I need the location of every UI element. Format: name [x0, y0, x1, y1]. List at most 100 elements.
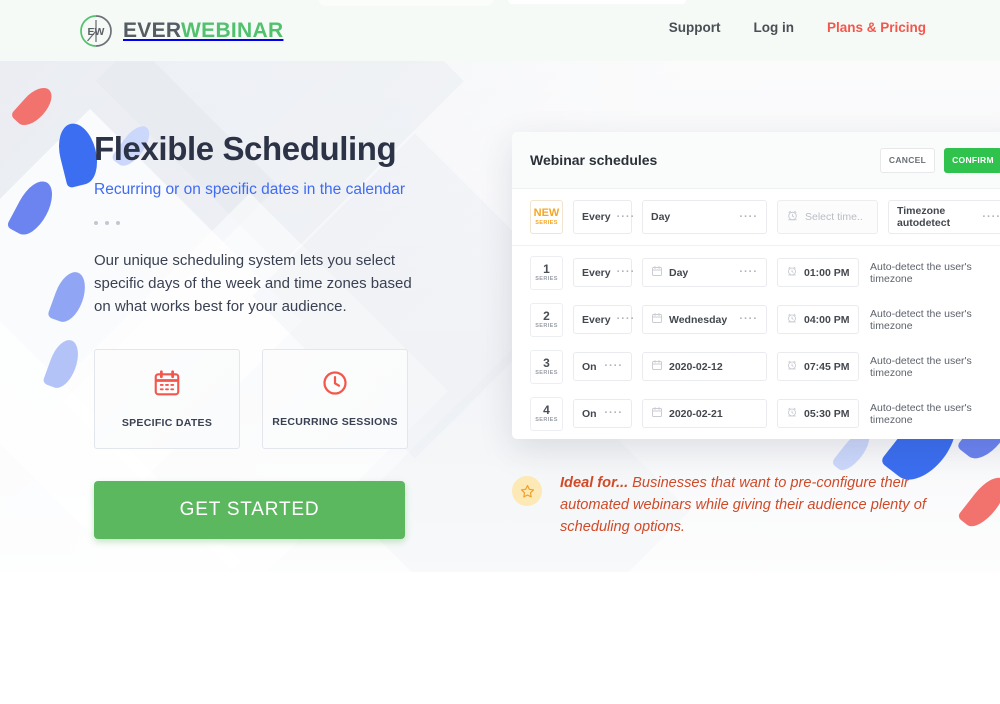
main-nav: Support Log in Plans & Pricing — [669, 20, 926, 35]
row-day-value: Day — [669, 266, 689, 279]
page-root: EW EVERWEBINAR Support Log in Plans & Pr… — [0, 0, 1000, 704]
alarm-clock-icon — [786, 265, 798, 280]
series-badge: 2 SERIES — [530, 302, 563, 337]
row-frequency-value: Every — [582, 266, 611, 279]
chevron-dots-icon: ···· — [604, 360, 623, 373]
new-timezone-select[interactable]: Timezone autodetect ···· — [888, 200, 1000, 234]
page-title: Flexible Scheduling — [94, 130, 397, 167]
row-day-select[interactable]: 2020-02-12 — [642, 352, 767, 381]
row-time-value: 05:30 PM — [804, 407, 850, 420]
ew-circle-logo-icon: EW — [78, 13, 114, 49]
series-row: 4 SERIES On ···· 2020-02-21 05:30 PM Aut… — [512, 395, 1000, 432]
new-series-badge-top: NEW — [533, 207, 560, 220]
feature-cards: SPECIFIC DATES RECURRING SESSIONS — [94, 348, 454, 449]
chevron-dots-icon: ···· — [739, 266, 758, 279]
panel-title: Webinar schedules — [530, 152, 658, 168]
panel-actions: CANCEL CONFIRM — [880, 147, 1000, 173]
feature-card-recurring-sessions[interactable]: RECURRING SESSIONS — [262, 348, 408, 449]
feature-card-specific-dates[interactable]: SPECIFIC DATES — [94, 348, 240, 449]
row-day-value: 2020-02-12 — [669, 360, 723, 373]
feature-card-label: RECURRING SESSIONS — [272, 416, 398, 429]
series-badge-label: SERIES — [535, 369, 558, 376]
cancel-button[interactable]: CANCEL — [880, 147, 935, 173]
row-time-value: 04:00 PM — [804, 313, 850, 326]
series-badge-label: SERIES — [535, 275, 558, 282]
series-badge: 3 SERIES — [530, 349, 563, 384]
calendar-small-icon — [651, 359, 663, 374]
alarm-clock-icon — [786, 406, 798, 421]
row-timezone-text: Auto-detect the user's timezone — [870, 354, 972, 379]
row-frequency-select[interactable]: Every ···· — [573, 305, 634, 334]
series-rows: 1 SERIES Every ···· Day ···· 01:00 PM Au… — [512, 246, 1000, 432]
row-time-value: 07:45 PM — [804, 360, 850, 373]
ideal-for-text: Ideal for... Businesses that want to pre… — [560, 472, 950, 539]
brand-logo[interactable]: EW EVERWEBINAR — [78, 13, 283, 49]
row-frequency-select[interactable]: On ···· — [573, 399, 632, 428]
chevron-dots-icon: ···· — [982, 210, 1000, 223]
hero-body-text: Our unique scheduling system lets you se… — [94, 251, 412, 315]
webinar-schedules-panel: Webinar schedules CANCEL CONFIRM NEW SER… — [512, 132, 1000, 439]
new-frequency-select[interactable]: Every ···· — [573, 200, 634, 234]
series-row: 3 SERIES On ···· 2020-02-12 07:45 PM Aut… — [512, 348, 1000, 385]
chevron-dots-icon: ···· — [604, 407, 623, 420]
ideal-for-callout: Ideal for... Businesses that want to pre… — [512, 472, 952, 539]
row-time-value: 01:00 PM — [804, 266, 850, 279]
panel-header: Webinar schedules CANCEL CONFIRM — [512, 132, 1000, 189]
new-day-select[interactable]: Day ···· — [642, 200, 767, 234]
calendar-small-icon — [651, 406, 663, 421]
alarm-clock-icon — [786, 209, 799, 225]
series-badge-label: SERIES — [535, 322, 558, 329]
series-number: 1 — [543, 262, 550, 277]
logo-text-ever: EVER — [123, 19, 182, 42]
new-time-placeholder: Select time.. — [805, 211, 863, 223]
row-day-value: 2020-02-21 — [669, 407, 723, 420]
row-timezone-text: Auto-detect the user's timezone — [870, 401, 972, 426]
row-day-select[interactable]: 2020-02-21 — [642, 399, 767, 428]
chevron-dots-icon: ···· — [616, 210, 636, 223]
svg-text:EW: EW — [88, 26, 105, 38]
new-series-row: NEW SERIES Every ···· Day ···· Select ti… — [512, 189, 1000, 246]
chevron-dots-icon: ···· — [616, 266, 636, 279]
row-day-select[interactable]: Day ···· — [642, 258, 767, 287]
chevron-dots-icon: ···· — [739, 313, 758, 326]
top-navigation-bar: EW EVERWEBINAR Support Log in Plans & Pr… — [0, 0, 1000, 61]
new-time-input[interactable]: Select time.. — [777, 200, 878, 234]
row-time-input[interactable]: 05:30 PM — [777, 399, 859, 428]
page-subtitle: Recurring or on specific dates in the ca… — [94, 180, 406, 198]
ideal-for-lead: Ideal for... — [560, 475, 629, 491]
nav-link-login[interactable]: Log in — [753, 20, 794, 35]
row-time-input[interactable]: 01:00 PM — [777, 258, 859, 287]
new-frequency-value: Every — [582, 211, 611, 223]
row-time-input[interactable]: 04:00 PM — [777, 305, 859, 334]
ghost-panel-right — [508, 0, 686, 4]
row-frequency-select[interactable]: Every ···· — [573, 258, 634, 287]
feature-card-label: SPECIFIC DATES — [121, 417, 213, 430]
nav-link-support[interactable]: Support — [669, 20, 721, 35]
series-number: 4 — [543, 403, 550, 418]
series-number: 2 — [543, 309, 550, 324]
chevron-dots-icon: ···· — [739, 210, 758, 223]
hero-left-column: Flexible Scheduling Recurring or on spec… — [94, 130, 454, 539]
alarm-clock-icon — [786, 359, 798, 374]
dot-separator — [94, 220, 454, 225]
hero-bottom-fill — [0, 572, 1000, 704]
row-day-select[interactable]: Wednesday ···· — [642, 305, 767, 334]
new-series-badge-bottom: SERIES — [535, 219, 558, 226]
row-time-input[interactable]: 07:45 PM — [777, 352, 859, 381]
row-frequency-select[interactable]: On ···· — [573, 352, 632, 381]
clock-icon — [321, 369, 349, 402]
series-badge: 1 SERIES — [530, 255, 563, 290]
chevron-dots-icon: ···· — [616, 313, 636, 326]
decor-blob-red-2 — [956, 471, 1000, 533]
alarm-clock-icon — [786, 312, 798, 327]
series-row: 2 SERIES Every ···· Wednesday ···· 04:00… — [512, 301, 1000, 338]
nav-link-plans-pricing[interactable]: Plans & Pricing — [827, 20, 926, 35]
calendar-icon — [152, 368, 182, 403]
confirm-button[interactable]: CONFIRM — [944, 147, 1000, 173]
series-badge: 4 SERIES — [530, 396, 563, 431]
row-frequency-value: On — [582, 407, 597, 420]
calendar-small-icon — [651, 312, 663, 327]
star-icon — [512, 476, 542, 506]
get-started-button[interactable]: GET STARTED — [94, 480, 405, 539]
logo-text-webinar: WEBINAR — [181, 19, 284, 42]
